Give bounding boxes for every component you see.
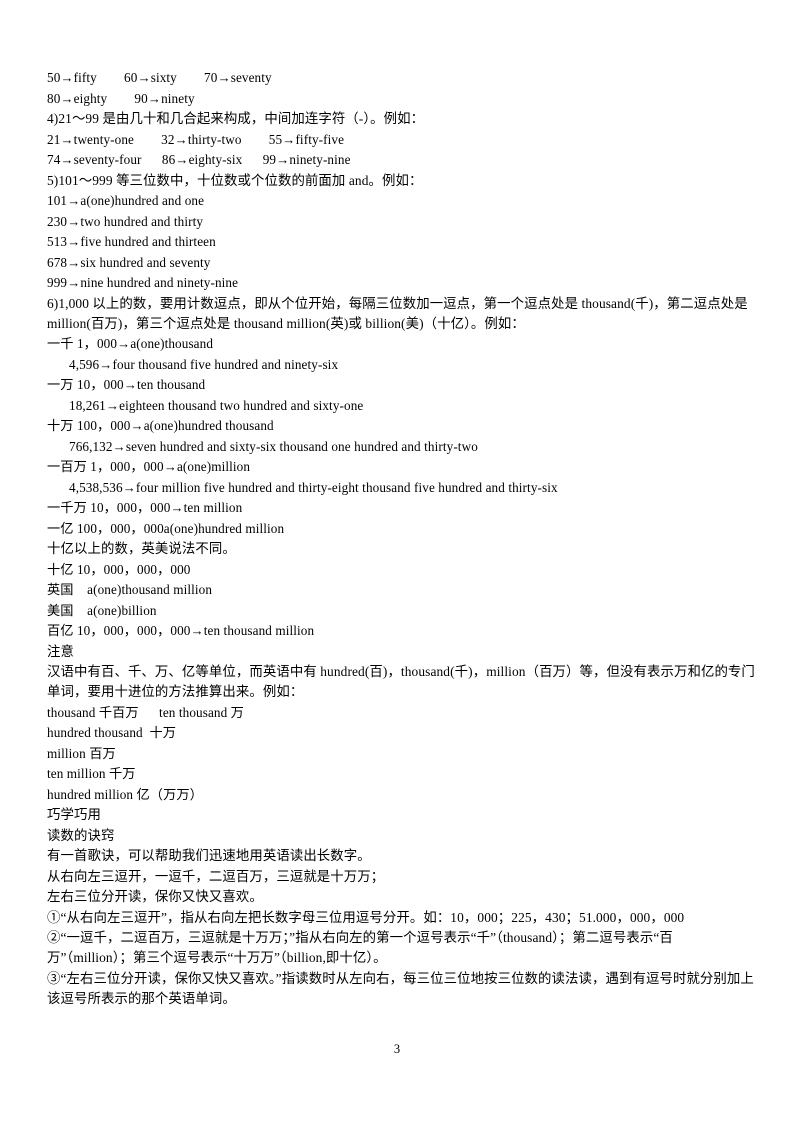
text-line-explain-1: ①“从右向左三逗开”，指从右向左把长数字母三位用逗号分开。如：10，000；22… — [47, 909, 685, 925]
text-line-example-230: 230→two hundred and thirty — [47, 213, 204, 229]
heading-clever-use: 巧学巧用 — [47, 807, 101, 823]
text-line-explain-2: ②“一逗千，二逗百万，三逗就是十万万；”指从右向左的第一个逗号表示“千”（tho… — [47, 929, 673, 966]
text-line-rule-4: 4)21～99 是由几十和几合起来构成，中间加连字符（-）。例如： — [47, 111, 425, 126]
text-line-example-678: 678→six hundred and seventy — [47, 254, 211, 270]
text-line-billion-note: 十亿以上的数，英美说法不同。 — [47, 541, 236, 557]
text-line-unit-hundred-thousand: hundred thousand 十万 — [47, 725, 177, 741]
text-line-example-999: 999→nine hundred and ninety-nine — [47, 275, 239, 290]
text-line-unit-thousand: thousand 千百万 ten thousand 万 — [47, 704, 244, 720]
text-line-unit-ten-million: ten million 千万 — [47, 766, 136, 782]
heading-reading-tips: 读数的诀窍 — [47, 827, 115, 843]
text-line-example-74-99: 74→seventy-four 86→eighty-six 99→ninety-… — [47, 152, 351, 167]
text-line-unit-hundred-million: hundred million 亿（万万） — [47, 786, 203, 802]
text-line-example-21-55: 21→twenty-one 32→thirty-two 55→fifty-fiv… — [47, 131, 345, 147]
text-line-billion-digits: 十亿 10，000，000，000 — [47, 561, 191, 577]
text-line-18261: 18,261→eighteen thousand two hundred and… — [69, 397, 364, 413]
text-line-hundred-thousand: 十万 100，000→a(one)hundred thousand — [47, 418, 274, 434]
text-line-ten-thousand: 一万 10，000→ten thousand — [47, 377, 206, 393]
text-line-example-101: 101→a(one)hundred and one — [47, 193, 205, 208]
text-line-million: 一百万 1，000，000→a(one)million — [47, 459, 251, 475]
text-line-766132: 766,132→seven hundred and sixty-six thou… — [69, 438, 478, 454]
text-line-tens-50-70: 50→fifty 60→sixty 70→seventy — [47, 70, 272, 85]
text-line-unit-million: million 百万 — [47, 745, 116, 761]
text-line-ten-million: 一千万 10，000，000→ten million — [47, 500, 243, 516]
text-line-example-513: 513→five hundred and thirteen — [47, 234, 216, 249]
document-body: 50→fifty 60→sixty 70→seventy 80→eighty 9… — [47, 68, 757, 1009]
heading-note: 注意 — [47, 643, 74, 659]
text-line-verse-2: 左右三位分开读，保你又快又喜欢。 — [47, 889, 263, 905]
text-line-thousand: 一千 1，000→a(one)thousand — [47, 336, 214, 352]
text-line-explain-3: ③“左右三位分开读，保你又快又喜欢。”指读数时从左向右，每三位三位地按三位数的读… — [47, 970, 754, 1006]
text-line-rule-5: 5)101～999 等三位数中，十位数或个位数的前面加 and。例如： — [47, 172, 423, 188]
document-page: 50→fifty 60→sixty 70→seventy 80→eighty 9… — [0, 0, 794, 1123]
text-line-verse-1: 从右向左三逗开，一逗千，二逗百万，三逗就是十万万； — [47, 868, 385, 884]
text-line-verse-intro: 有一首歌诀，可以帮助我们迅速地用英语读出长数字。 — [47, 848, 371, 864]
text-line-rule-6: 6)1,000 以上的数，要用计数逗点，即从个位开始，每隔三位数加一逗点，第一个… — [47, 295, 752, 331]
page-number: 3 — [393, 1042, 401, 1056]
text-line-4538536: 4,538,536→four million five hundred and … — [69, 479, 558, 495]
text-line-hundred-million: 一亿 100，000，000a(one)hundred million — [47, 520, 285, 536]
text-line-note-body: 汉语中有百、千、万、亿等单位，而英语中有 hundred(百)，thousand… — [47, 664, 755, 700]
text-line-ten-billion: 百亿 10，000，000，000→ten thousand million — [47, 623, 315, 639]
text-line-us-usage: 美国 a(one)billion — [47, 602, 157, 618]
text-line-uk-usage: 英国 a(one)thousand million — [47, 582, 213, 598]
text-line-tens-80-90: 80→eighty 90→ninety — [47, 90, 195, 106]
text-line-4596: 4,596→four thousand five hundred and nin… — [69, 356, 339, 372]
